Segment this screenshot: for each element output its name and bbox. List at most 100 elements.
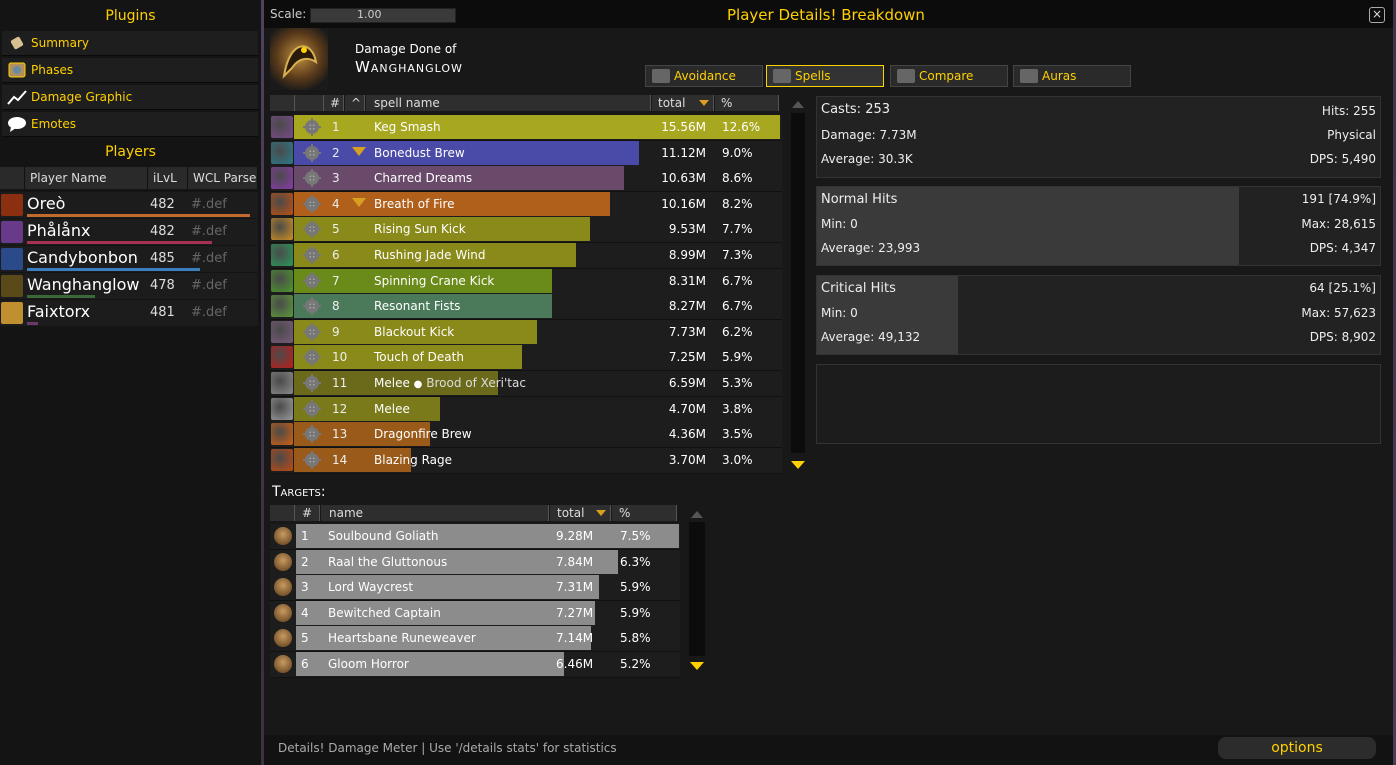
spell-total: 10.16M xyxy=(661,196,706,211)
spell-row[interactable]: 4 Breath of Fire 10.16M 8.2% xyxy=(270,191,782,218)
target-header-pct[interactable]: % xyxy=(612,505,677,521)
spell-total: 4.36M xyxy=(668,427,706,442)
spell-summary-box: Casts: 253 Hits: 255 Damage: 7.73M Physi… xyxy=(816,96,1381,178)
gear-icon[interactable] xyxy=(303,169,321,188)
target-name: Heartsbane Runeweaver xyxy=(328,631,476,646)
target-row[interactable]: 3 Lord Waycrest 7.31M 5.9% xyxy=(270,575,680,602)
gear-icon[interactable] xyxy=(303,143,321,162)
player-row[interactable]: Wanghanglow 478 #.def xyxy=(0,273,258,299)
spell-row[interactable]: 3 Charred Dreams 10.63M 8.6% xyxy=(270,166,782,193)
spell-scrollbar[interactable] xyxy=(791,113,805,453)
spell-row[interactable]: 8 Resonant Fists 8.27M 6.7% xyxy=(270,294,782,321)
spell-icon xyxy=(271,116,293,138)
spell-scroll-down-icon[interactable] xyxy=(791,461,805,469)
expand-arrow-icon[interactable] xyxy=(352,197,366,207)
plugin-damage-graphic[interactable]: Damage Graphic xyxy=(2,85,258,110)
spell-icon xyxy=(271,167,293,190)
plugin-summary[interactable]: Summary xyxy=(2,31,258,56)
scale-slider[interactable]: 1.00 xyxy=(310,8,456,23)
target-row[interactable]: 1 Soulbound Goliath 9.28M 7.5% xyxy=(270,524,680,550)
spell-row[interactable]: 2 Bonedust Brew 11.12M 9.0% xyxy=(270,140,782,167)
tab-avoidance[interactable]: Avoidance xyxy=(645,65,763,87)
gear-icon[interactable] xyxy=(303,425,321,444)
spell-row[interactable]: 10 Touch of Death 7.25M 5.9% xyxy=(270,345,782,372)
target-total: 7.84M xyxy=(556,554,594,569)
left-panel: Plugins Summary Phases Damage Graphic Em… xyxy=(0,0,261,765)
gear-icon[interactable] xyxy=(303,322,321,341)
plugin-emotes[interactable]: Emotes xyxy=(2,112,258,137)
spell-header-num[interactable]: # xyxy=(324,95,344,111)
player-row[interactable]: Oreò 482 #.def xyxy=(0,192,258,218)
target-rank: 6 xyxy=(301,657,309,671)
spell-pct: 3.8% xyxy=(722,401,753,416)
spell-row[interactable]: 12 Melee 4.70M 3.8% xyxy=(270,396,782,423)
target-total: 6.46M xyxy=(556,657,594,671)
target-header-name[interactable]: name xyxy=(321,505,549,521)
target-scrollbar[interactable] xyxy=(689,522,705,656)
critical-hits-count: 64 [25.1%] xyxy=(1309,281,1376,295)
spell-row[interactable]: 6 Rushing Jade Wind 8.99M 7.3% xyxy=(270,243,782,269)
gear-icon[interactable] xyxy=(303,194,321,213)
gear-icon[interactable] xyxy=(303,246,321,264)
player-header-parse[interactable]: WCL Parse xyxy=(188,167,258,189)
spell-row[interactable]: 5 Rising Sun Kick 9.53M 7.7% xyxy=(270,217,782,244)
spell-header-pct[interactable]: % xyxy=(715,95,779,111)
target-header-num[interactable]: # xyxy=(295,505,320,521)
player-ilvl: 478 xyxy=(150,278,175,293)
plugins-title: Plugins xyxy=(105,8,156,24)
player-name: Phålånx xyxy=(27,221,91,240)
gear-icon[interactable] xyxy=(303,220,321,239)
options-button[interactable]: options xyxy=(1218,737,1376,759)
spell-header-sort[interactable]: ^ xyxy=(345,95,365,111)
spell-total: 4.70M xyxy=(668,401,706,416)
tab-auras[interactable]: Auras xyxy=(1013,65,1131,87)
close-icon[interactable]: × xyxy=(1369,7,1385,23)
target-row[interactable]: 4 Bewitched Captain 7.27M 5.9% xyxy=(270,600,680,627)
spell-row[interactable]: 9 Blackout Kick 7.73M 6.2% xyxy=(270,319,782,346)
spell-row[interactable]: 14 Blazing Rage 3.70M 3.0% xyxy=(270,447,782,474)
gear-icon[interactable] xyxy=(303,399,321,418)
critical-hits-average: Average: 49,132 xyxy=(821,330,921,344)
spell-header-name[interactable]: spell name xyxy=(366,95,651,111)
spell-total: 9.53M xyxy=(668,222,706,237)
spell-scroll-up-icon[interactable] xyxy=(792,101,804,108)
spell-row[interactable]: 7 Spinning Crane Kick 8.31M 6.7% xyxy=(270,268,782,295)
class-icon xyxy=(1,248,23,270)
plugin-phases[interactable]: Phases xyxy=(2,58,258,83)
target-name: Lord Waycrest xyxy=(328,580,414,595)
gear-icon[interactable] xyxy=(303,297,321,316)
expand-arrow-icon[interactable] xyxy=(352,146,366,156)
target-row[interactable]: 5 Heartsbane Runeweaver 7.14M 5.8% xyxy=(270,626,680,653)
target-scroll-down-icon[interactable] xyxy=(690,662,704,670)
target-scroll-up-icon[interactable] xyxy=(691,511,703,518)
gear-icon[interactable] xyxy=(303,118,321,136)
player-row[interactable]: Phålånx 482 #.def xyxy=(0,219,258,245)
normal-hits-average: Average: 23,993 xyxy=(821,241,921,255)
player-row[interactable]: Faixtorx 481 #.def xyxy=(0,300,258,326)
scroll-icon xyxy=(7,34,27,52)
spell-total: 3.70M xyxy=(668,452,706,467)
spell-row[interactable]: 1 Keg Smash 15.56M 12.6% xyxy=(270,115,782,141)
target-row[interactable]: 6 Gloom Horror 6.46M 5.2% xyxy=(270,652,680,678)
player-header-name[interactable]: Player Name xyxy=(25,167,148,189)
tab-compare[interactable]: Compare xyxy=(890,65,1008,87)
spell-row[interactable]: 11 Melee ● Brood of Xeri'tac 6.59M 5.3% xyxy=(270,371,782,397)
spell-total: 8.31M xyxy=(668,273,706,288)
target-header-total[interactable]: total xyxy=(550,505,611,521)
spell-row[interactable]: 13 Dragonfire Brew 4.36M 3.5% xyxy=(270,422,782,449)
target-total: 7.31M xyxy=(556,580,594,595)
target-pct: 7.5% xyxy=(620,529,651,543)
gear-icon[interactable] xyxy=(303,450,321,469)
swords-icon xyxy=(773,69,791,83)
gear-icon[interactable] xyxy=(303,374,321,392)
spell-header-blank xyxy=(295,95,324,111)
target-row[interactable]: 2 Raal the Gluttonous 7.84M 6.3% xyxy=(270,549,680,576)
player-header-ilvl[interactable]: iLvL xyxy=(148,167,188,189)
spell-header-total[interactable]: total xyxy=(652,95,714,111)
gear-icon[interactable] xyxy=(303,348,321,367)
tab-spells[interactable]: Spells xyxy=(766,65,884,87)
gear-icon[interactable] xyxy=(303,271,321,290)
spell-rank: 3 xyxy=(332,171,340,186)
footer-status: Details! Damage Meter | Use '/details st… xyxy=(278,741,617,755)
player-row[interactable]: Candybonbon 485 #.def xyxy=(0,246,258,272)
